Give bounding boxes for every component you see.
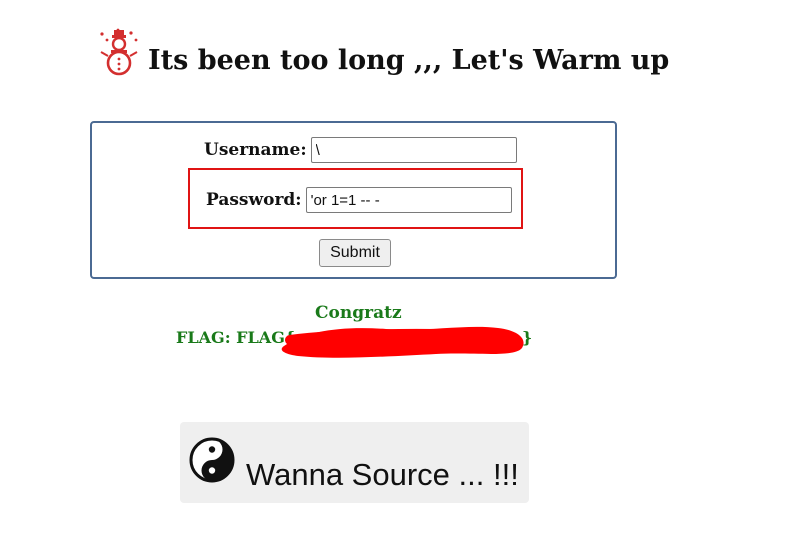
username-field[interactable]	[310, 137, 517, 163]
password-field[interactable]	[305, 187, 512, 213]
page-title: Its been too long ,,, Let's Warm up	[98, 28, 669, 76]
username-row: Username:	[204, 137, 517, 163]
view-source-label: Wanna Source ... !!!	[246, 456, 519, 492]
password-highlight-box: Password:	[188, 168, 523, 229]
view-source-button[interactable]: Wanna Source ... !!!	[180, 422, 529, 503]
password-row: Password:	[206, 187, 512, 213]
username-label: Username:	[204, 140, 307, 160]
snowman-icon	[100, 28, 138, 76]
page-title-text: Its been too long ,,, Let's Warm up	[148, 45, 670, 76]
login-form: Username: Password: Submit	[90, 121, 617, 279]
password-label: Password:	[206, 190, 302, 210]
submit-button[interactable]: Submit	[319, 239, 391, 267]
flag-redaction-scribble	[281, 326, 524, 358]
yin-yang-icon	[189, 437, 235, 482]
